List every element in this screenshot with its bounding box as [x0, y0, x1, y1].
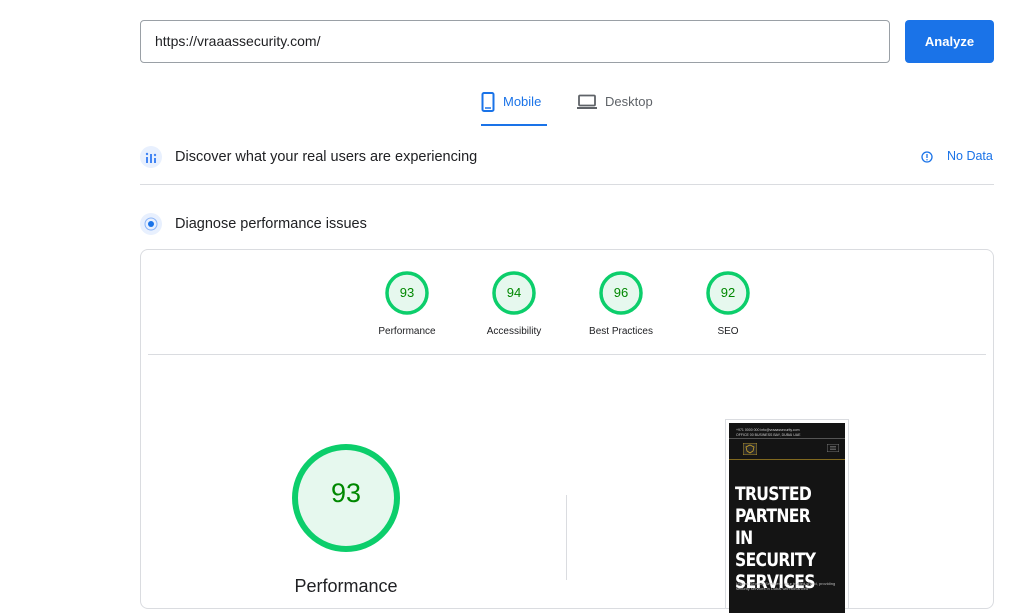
info-icon[interactable]	[921, 151, 933, 163]
tab-desktop[interactable]: Desktop	[577, 88, 657, 124]
gauge-label-best-practices: Best Practices	[589, 326, 653, 337]
gauge-label-accessibility: Accessibility	[486, 326, 542, 337]
tab-mobile[interactable]: Mobile	[481, 88, 547, 126]
users-icon	[140, 146, 162, 168]
screenshot-rule	[729, 438, 845, 439]
main-performance-score: 93	[330, 478, 362, 508]
report-card	[140, 249, 994, 609]
lab-data-title: Diagnose performance issues	[175, 216, 367, 232]
gauge-score: 96	[613, 285, 629, 300]
menu-icon	[827, 444, 839, 452]
section-divider	[140, 184, 994, 185]
card-divider	[148, 354, 986, 355]
screenshot-headline: TRUSTED PARTNER IN SECURITY SERVICES	[735, 483, 816, 593]
url-input[interactable]: https://vraaassecurity.com/	[140, 20, 890, 63]
no-data-status: No Data	[947, 149, 993, 163]
tab-desktop-label: Desktop	[605, 94, 653, 109]
laptop-icon	[577, 94, 597, 109]
diagnose-icon	[140, 213, 162, 235]
field-data-title: Discover what your real users are experi…	[175, 149, 478, 165]
screenshot-header-text: +971 0000 000 info@vraaassecurity.com OF…	[736, 428, 801, 437]
gauge-label-performance: Performance	[378, 326, 436, 337]
analyze-button[interactable]: Analyze	[905, 20, 994, 63]
gauge-score: 92	[720, 285, 736, 300]
main-performance-label: Performance	[294, 576, 398, 596]
shield-logo-icon	[743, 443, 757, 455]
tab-mobile-label: Mobile	[503, 94, 542, 109]
page-screenshot: +971 0000 000 info@vraaassecurity.com OF…	[725, 419, 849, 613]
screenshot-subtext: Vraaas Security Services - your trusted …	[736, 581, 836, 591]
screenshot-gold-rule	[729, 459, 845, 460]
vertical-divider	[566, 495, 567, 580]
gauge-score: 93	[399, 285, 415, 300]
gauge-score: 94	[506, 285, 522, 300]
gauge-label-seo: SEO	[717, 326, 739, 337]
phone-icon	[481, 92, 495, 112]
